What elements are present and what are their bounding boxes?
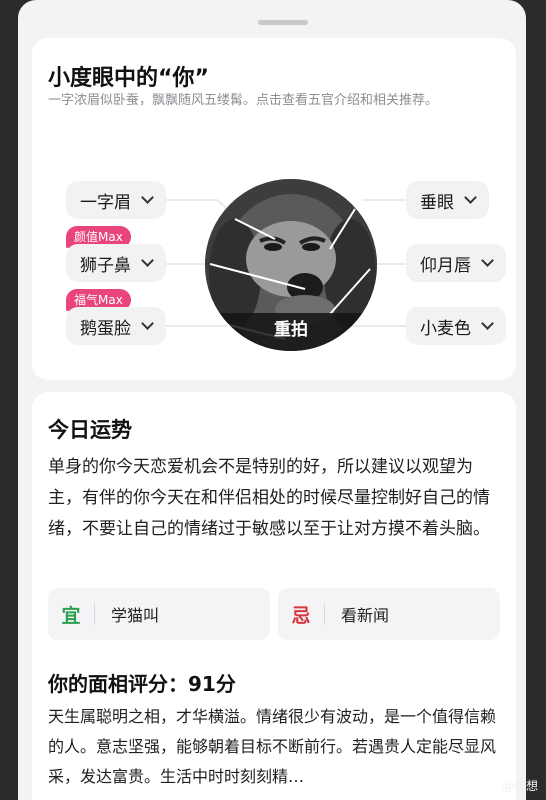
dont-text: 看新闻 bbox=[341, 606, 390, 625]
chevron-down-icon bbox=[464, 191, 477, 204]
face-photo: 重拍 bbox=[205, 179, 377, 351]
chevron-down-icon bbox=[481, 254, 494, 267]
feature-chip-nose[interactable]: 狮子鼻 bbox=[66, 244, 166, 282]
feature-chip-label: 仰月唇 bbox=[420, 255, 471, 276]
feature-chip-label: 垂眼 bbox=[420, 192, 454, 213]
dont-glyph: 忌 bbox=[291, 604, 311, 627]
sheet-drag-handle[interactable] bbox=[258, 20, 308, 25]
do-text: 学猫叫 bbox=[111, 606, 160, 625]
chevron-down-icon bbox=[141, 191, 154, 204]
watermark: @哈想 bbox=[501, 779, 538, 793]
divider bbox=[94, 603, 95, 625]
feature-chip-skin-tone[interactable]: 小麦色 bbox=[406, 307, 506, 345]
face-score-body: 天生属聪明之相，才华横溢。情绪很少有波动，是一个值得信赖的人。意志坚强，能够朝着… bbox=[48, 707, 497, 786]
feature-chip-lips[interactable]: 仰月唇 bbox=[406, 244, 506, 282]
feature-chip-label: 小麦色 bbox=[420, 318, 471, 339]
divider bbox=[324, 603, 325, 625]
features-card: 小度眼中的“你” 一字浓眉似卧蚕，飘飘随风五缕髯。点击查看五官介绍和相关推荐。 … bbox=[32, 38, 516, 380]
do-glyph: 宜 bbox=[61, 604, 81, 627]
feature-chip-label: 狮子鼻 bbox=[80, 255, 131, 276]
fortune-body: 单身的你今天恋爱机会不是特别的好，所以建议以观望为主，有伴的你今天在和伴侣相处的… bbox=[48, 457, 490, 539]
chevron-down-icon bbox=[141, 317, 154, 330]
retake-button[interactable]: 重拍 bbox=[205, 313, 377, 351]
bottom-sheet: 小度眼中的“你” 一字浓眉似卧蚕，飘飘随风五缕髯。点击查看五官介绍和相关推荐。 … bbox=[18, 0, 526, 800]
chevron-down-icon bbox=[141, 254, 154, 267]
feature-chip-eyes[interactable]: 垂眼 bbox=[406, 181, 489, 219]
feature-chip-label: 鹅蛋脸 bbox=[80, 318, 131, 339]
face-score-title: 你的面相评分：91分 bbox=[48, 672, 236, 696]
chevron-down-icon bbox=[481, 317, 494, 330]
do-recommendation[interactable]: 宜 学猫叫 bbox=[48, 588, 270, 640]
fortune-title: 今日运势 bbox=[48, 418, 132, 442]
dont-recommendation[interactable]: 忌 看新闻 bbox=[278, 588, 500, 640]
feature-chip-eyebrow[interactable]: 一字眉 bbox=[66, 181, 166, 219]
feature-chip-label: 一字眉 bbox=[80, 192, 131, 213]
feature-chip-face-shape[interactable]: 鹅蛋脸 bbox=[66, 307, 166, 345]
fortune-card: 今日运势 单身的你今天恋爱机会不是特别的好，所以建议以观望为主，有伴的你今天在和… bbox=[32, 392, 516, 800]
